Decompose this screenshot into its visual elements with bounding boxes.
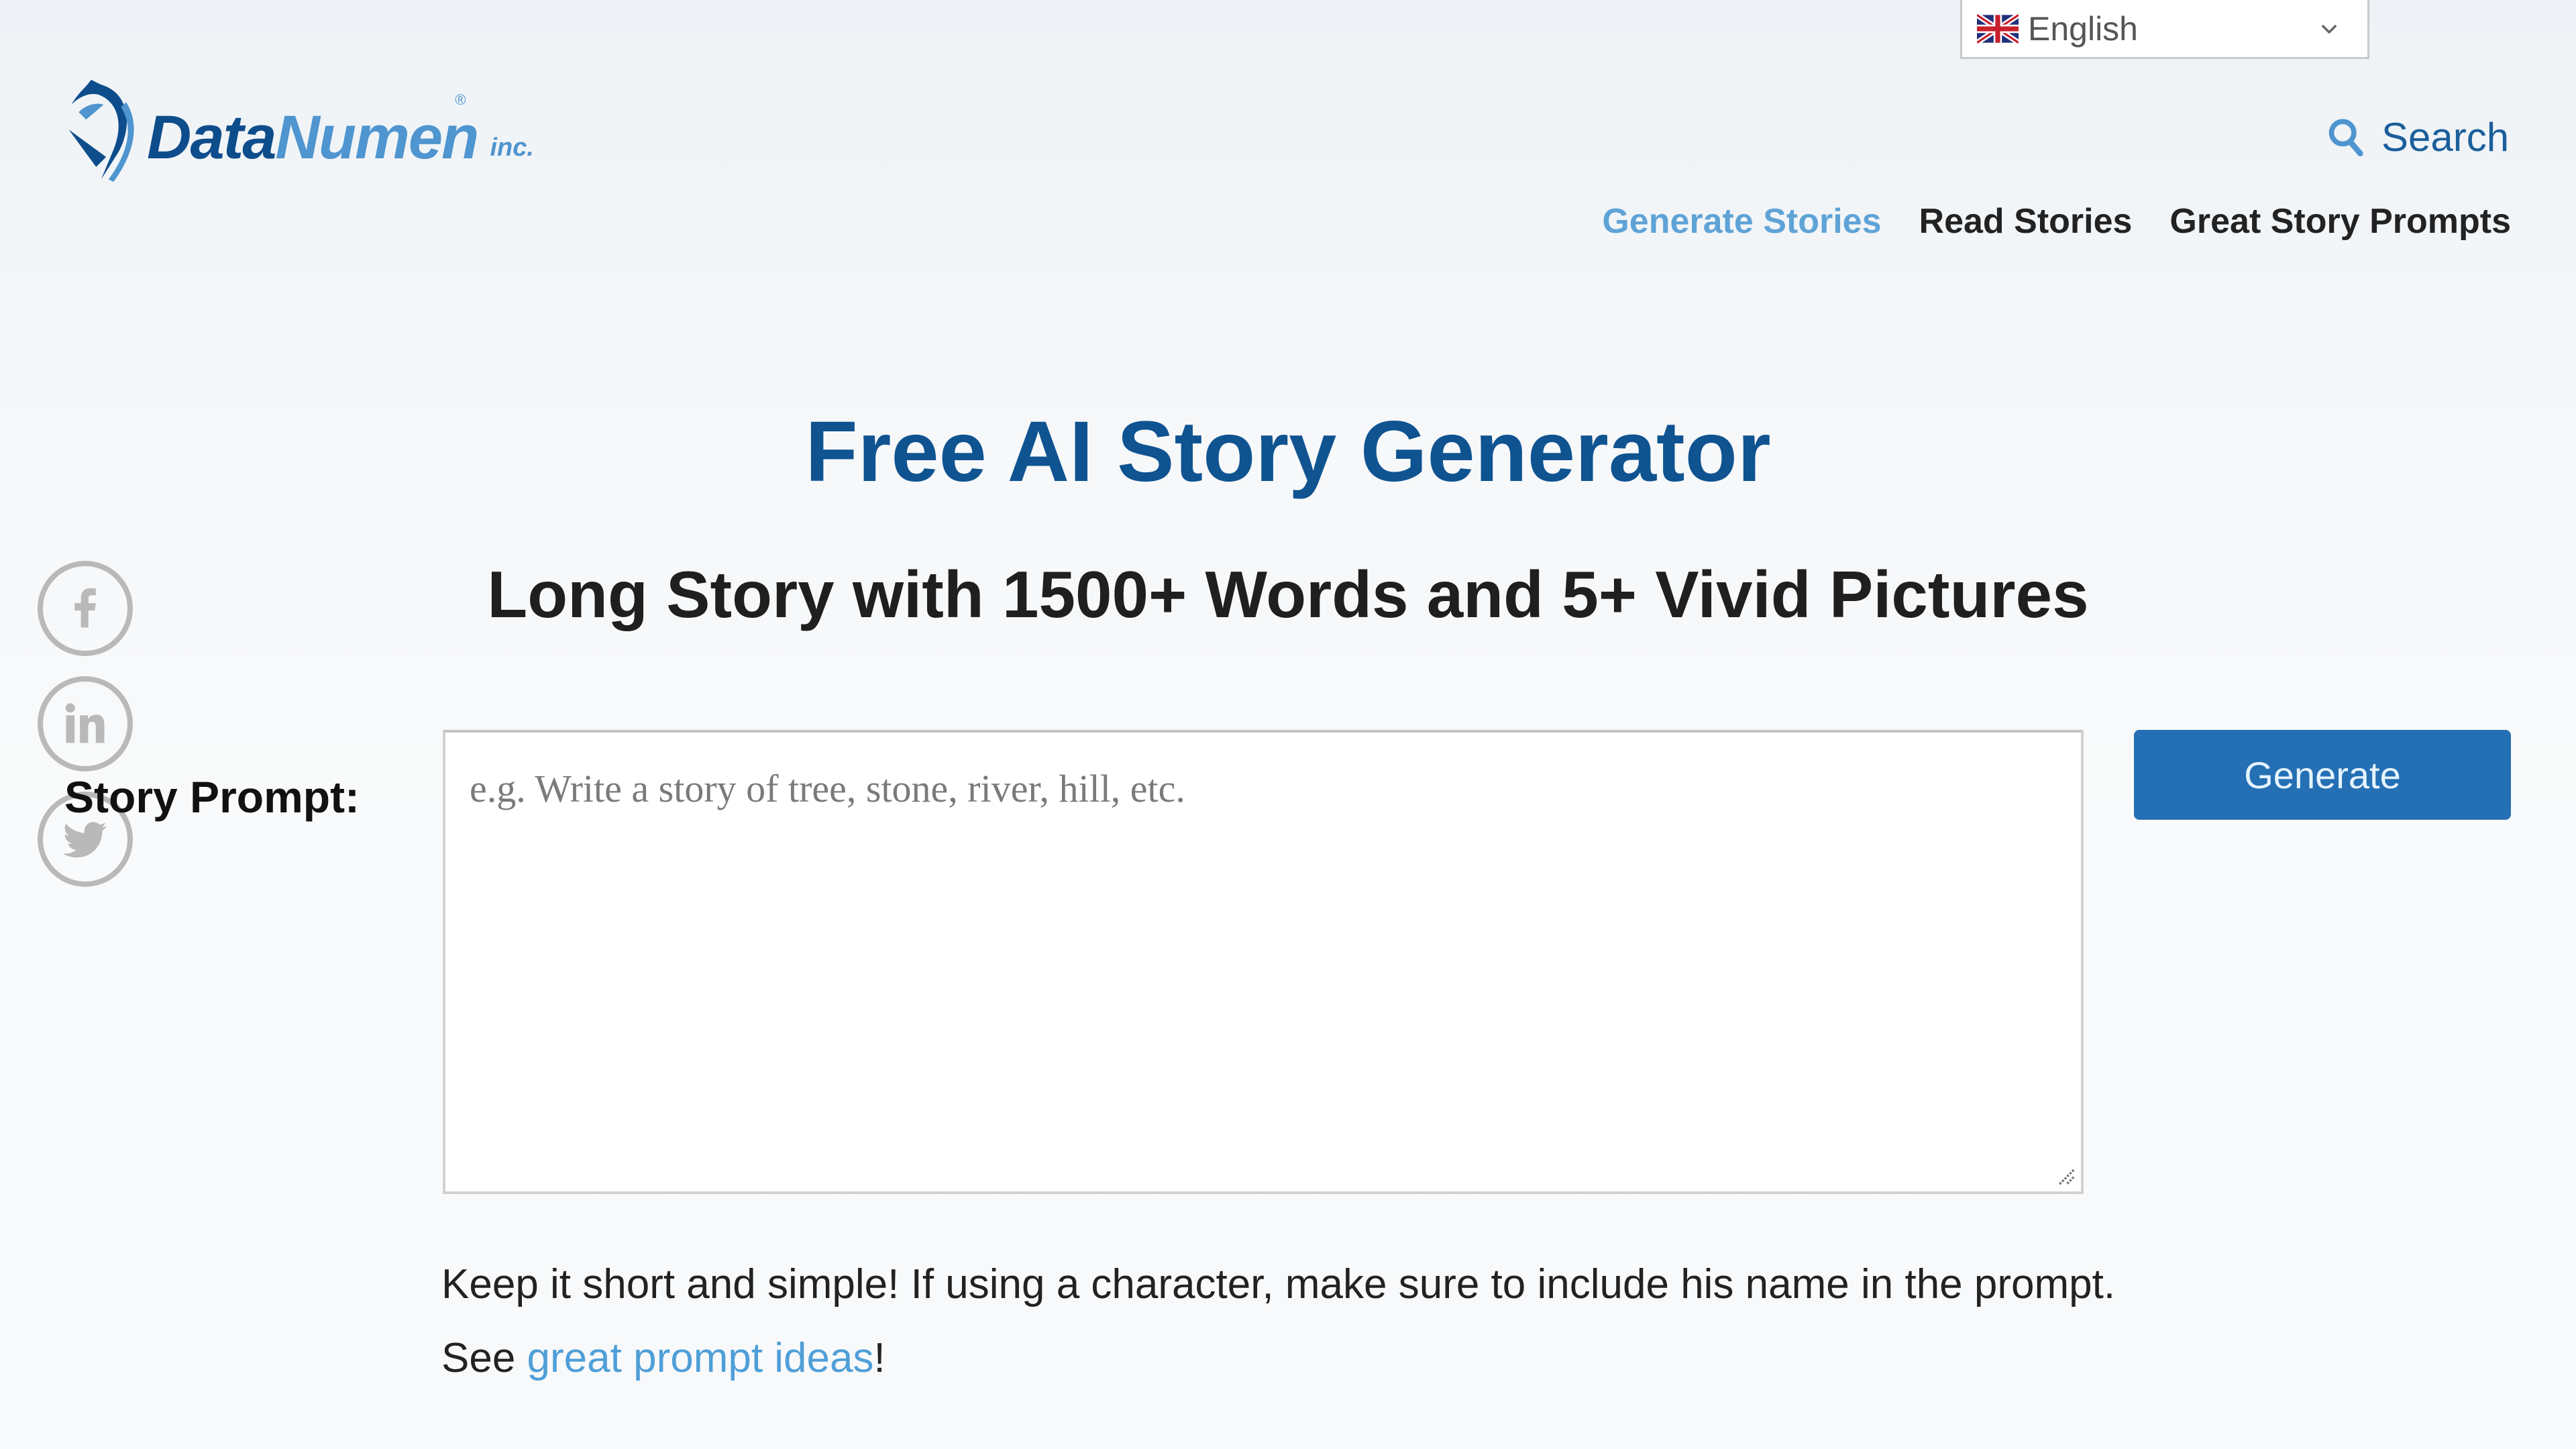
generate-button[interactable]: Generate <box>2134 730 2511 820</box>
nav-read-stories[interactable]: Read Stories <box>1919 201 2133 241</box>
linkedin-share-button[interactable] <box>38 676 133 771</box>
page-title: Free AI Story Generator <box>805 404 1771 500</box>
registered-mark: ® <box>455 91 466 108</box>
uk-flag-icon <box>1977 13 2019 44</box>
search-label: Search <box>2381 115 2510 160</box>
search-button[interactable]: Search <box>2326 114 2509 160</box>
story-prompt-input[interactable] <box>445 733 2081 1191</box>
language-label: English <box>2028 9 2138 48</box>
story-prompt-container <box>443 730 2084 1194</box>
main-nav: Generate Stories Read Stories Great Stor… <box>1602 201 2511 241</box>
facebook-icon <box>74 588 96 628</box>
great-prompt-ideas-link[interactable]: great prompt ideas <box>527 1335 874 1381</box>
language-select[interactable]: English <box>1960 0 2369 59</box>
page-subtitle: Long Story with 1500+ Words and 5+ Vivid… <box>487 557 2089 631</box>
logo-wordmark: DataNumen <box>147 103 479 172</box>
facebook-share-button[interactable] <box>38 561 133 656</box>
nav-generate-stories[interactable]: Generate Stories <box>1602 201 1881 241</box>
linkedin-icon <box>65 703 105 743</box>
search-icon <box>2328 118 2363 156</box>
hint-end: ! <box>873 1335 885 1381</box>
datanumen-logo[interactable]: DataNumen ® inc. <box>64 74 600 188</box>
resize-handle-icon[interactable] <box>2054 1165 2076 1186</box>
chevron-down-icon <box>2321 24 2337 34</box>
story-prompt-label: Story Prompt: <box>64 772 360 822</box>
nav-great-story-prompts[interactable]: Great Story Prompts <box>2169 201 2511 241</box>
page: English DataNumen ® inc. Search Generate… <box>0 0 2576 1449</box>
logo-mark-icon <box>68 79 134 182</box>
logo-suffix: inc. <box>490 133 534 162</box>
prompt-hint: Keep it short and simple! If using a cha… <box>441 1248 2132 1395</box>
